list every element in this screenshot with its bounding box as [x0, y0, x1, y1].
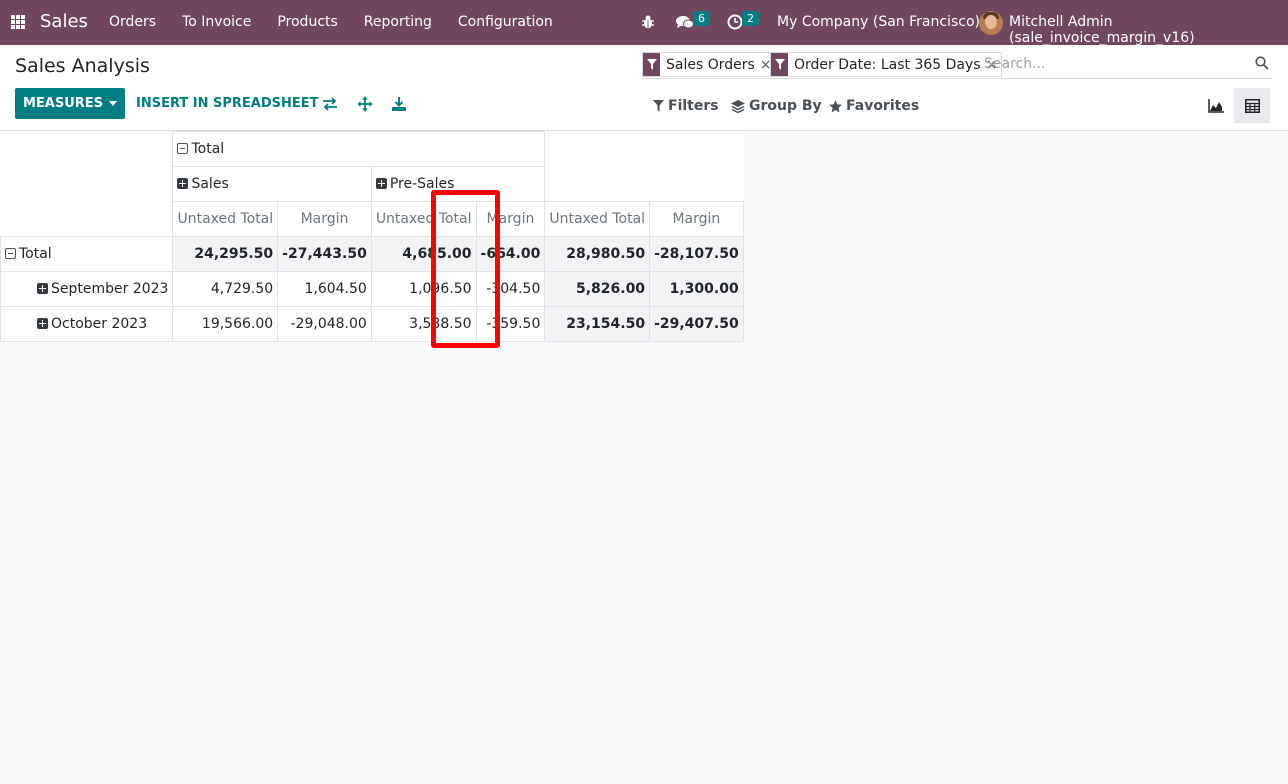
- favorites-label: Favorites: [846, 98, 920, 114]
- col-header-label: Sales: [191, 176, 229, 192]
- facet-order-date: Order Date: Last 365 Days ×: [770, 52, 1003, 77]
- measure-header[interactable]: Untaxed Total: [172, 201, 279, 237]
- groupby-button[interactable]: Group By: [731, 98, 822, 114]
- pivot-view-button[interactable]: [1234, 88, 1270, 123]
- activities-badge: 2: [742, 11, 759, 26]
- expand-plus-icon: [375, 178, 387, 189]
- search-underline: [642, 78, 1272, 79]
- expand-plus-icon: [37, 283, 48, 294]
- pivot-table: Total Sales Pre-Sales Untaxed Total Marg…: [0, 131, 744, 342]
- expand-plus-icon: [37, 318, 48, 329]
- pivot-cell[interactable]: -27,443.50: [277, 236, 372, 272]
- facet-label: Order Date: Last 365 Days: [794, 56, 981, 73]
- row-header-label: October 2023: [51, 316, 148, 332]
- facet-sales-orders: Sales Orders ×: [642, 52, 777, 77]
- search-input[interactable]: [984, 53, 1224, 75]
- search-icon[interactable]: [1255, 56, 1269, 70]
- measure-header[interactable]: Margin: [649, 201, 744, 237]
- measure-header[interactable]: Untaxed Total: [544, 201, 651, 237]
- apps-icon[interactable]: [11, 15, 25, 29]
- graph-view-icon: [1208, 98, 1224, 113]
- row-header-total[interactable]: Total: [0, 236, 174, 272]
- download-icon[interactable]: [391, 96, 407, 112]
- flip-axis-icon[interactable]: [322, 96, 338, 112]
- clock-icon[interactable]: [727, 14, 743, 30]
- menu-item-products[interactable]: Products: [264, 0, 350, 45]
- company-switcher[interactable]: My Company (San Francisco): [777, 14, 980, 30]
- row-header-october[interactable]: October 2023: [0, 306, 174, 342]
- bug-icon[interactable]: [641, 14, 655, 30]
- pivot-cell[interactable]: 24,295.50: [172, 236, 279, 272]
- filter-icon: [771, 53, 788, 76]
- layers-icon: [731, 99, 745, 113]
- collapse-icon: [177, 143, 189, 154]
- pivot-cell[interactable]: -28,107.50: [649, 236, 744, 272]
- pivot-cell[interactable]: 19,566.00: [172, 306, 279, 342]
- pivot-cell[interactable]: 1,300.00: [649, 271, 744, 307]
- col-header-total[interactable]: Total: [172, 131, 546, 167]
- star-icon: [829, 99, 842, 112]
- pivot-cell[interactable]: 1,604.50: [277, 271, 372, 307]
- pivot-cell[interactable]: 23,154.50: [544, 306, 651, 342]
- expand-plus-icon: [177, 178, 189, 189]
- filter-icon: [653, 100, 664, 112]
- app-brand[interactable]: Sales: [40, 11, 88, 32]
- row-header-label: Total: [19, 246, 52, 262]
- top-navbar: Sales Orders To Invoice Products Reporti…: [0, 0, 1288, 46]
- menu-item-orders[interactable]: Orders: [96, 0, 169, 45]
- table-row: September 2023 4,729.50 1,604.50 1,096.5…: [0, 271, 744, 307]
- menu-item-to-invoice[interactable]: To Invoice: [169, 0, 264, 45]
- measures-label: MEASURES: [22, 96, 104, 111]
- pivot-cell[interactable]: 5,826.00: [544, 271, 651, 307]
- messages-badge: 6: [693, 11, 710, 26]
- pivot-cell[interactable]: -29,048.00: [277, 306, 372, 342]
- avatar[interactable]: [979, 11, 1003, 35]
- pivot-cell[interactable]: 4,729.50: [172, 271, 279, 307]
- filter-icon: [643, 53, 660, 76]
- measures-button[interactable]: MEASURES: [15, 88, 125, 119]
- highlight-box: [431, 190, 500, 348]
- pivot-cell[interactable]: -29,407.50: [649, 306, 744, 342]
- measure-header[interactable]: Margin: [277, 201, 372, 237]
- facet-label: Sales Orders: [666, 56, 755, 73]
- menu-item-reporting[interactable]: Reporting: [351, 0, 445, 45]
- expand-icon[interactable]: [357, 96, 373, 112]
- col-header-sales[interactable]: Sales: [172, 166, 372, 202]
- main-menu: Orders To Invoice Products Reporting Con…: [96, 0, 566, 45]
- user-menu[interactable]: Mitchell Admin (sale_invoice_margin_v16): [1009, 14, 1288, 46]
- groupby-label: Group By: [749, 98, 822, 114]
- pivot-corner: [0, 131, 174, 237]
- row-header-label: September 2023: [51, 281, 169, 297]
- filters-button[interactable]: Filters: [653, 98, 719, 114]
- graph-view-button[interactable]: [1198, 88, 1234, 123]
- col-header-label: Total: [191, 141, 225, 157]
- table-row: Total 24,295.50 -27,443.50 4,685.00 -664…: [0, 236, 744, 272]
- insert-spreadsheet-button[interactable]: INSERT IN SPREADSHEET: [136, 96, 319, 111]
- chat-icon[interactable]: [676, 15, 694, 30]
- caret-down-icon: [109, 101, 118, 106]
- favorites-button[interactable]: Favorites: [829, 98, 919, 114]
- page-title: Sales Analysis: [15, 55, 150, 77]
- menu-item-configuration[interactable]: Configuration: [445, 0, 566, 45]
- col-header-total-spacer: [544, 131, 744, 202]
- collapse-icon: [5, 248, 16, 259]
- filters-label: Filters: [668, 98, 719, 114]
- pivot-view-icon: [1244, 98, 1260, 113]
- table-row: October 2023 19,566.00 -29,048.00 3,588.…: [0, 306, 744, 342]
- control-panel: Sales Analysis MEASURES INSERT IN SPREAD…: [0, 45, 1288, 131]
- row-header-september[interactable]: September 2023: [0, 271, 174, 307]
- pivot-cell[interactable]: 28,980.50: [544, 236, 651, 272]
